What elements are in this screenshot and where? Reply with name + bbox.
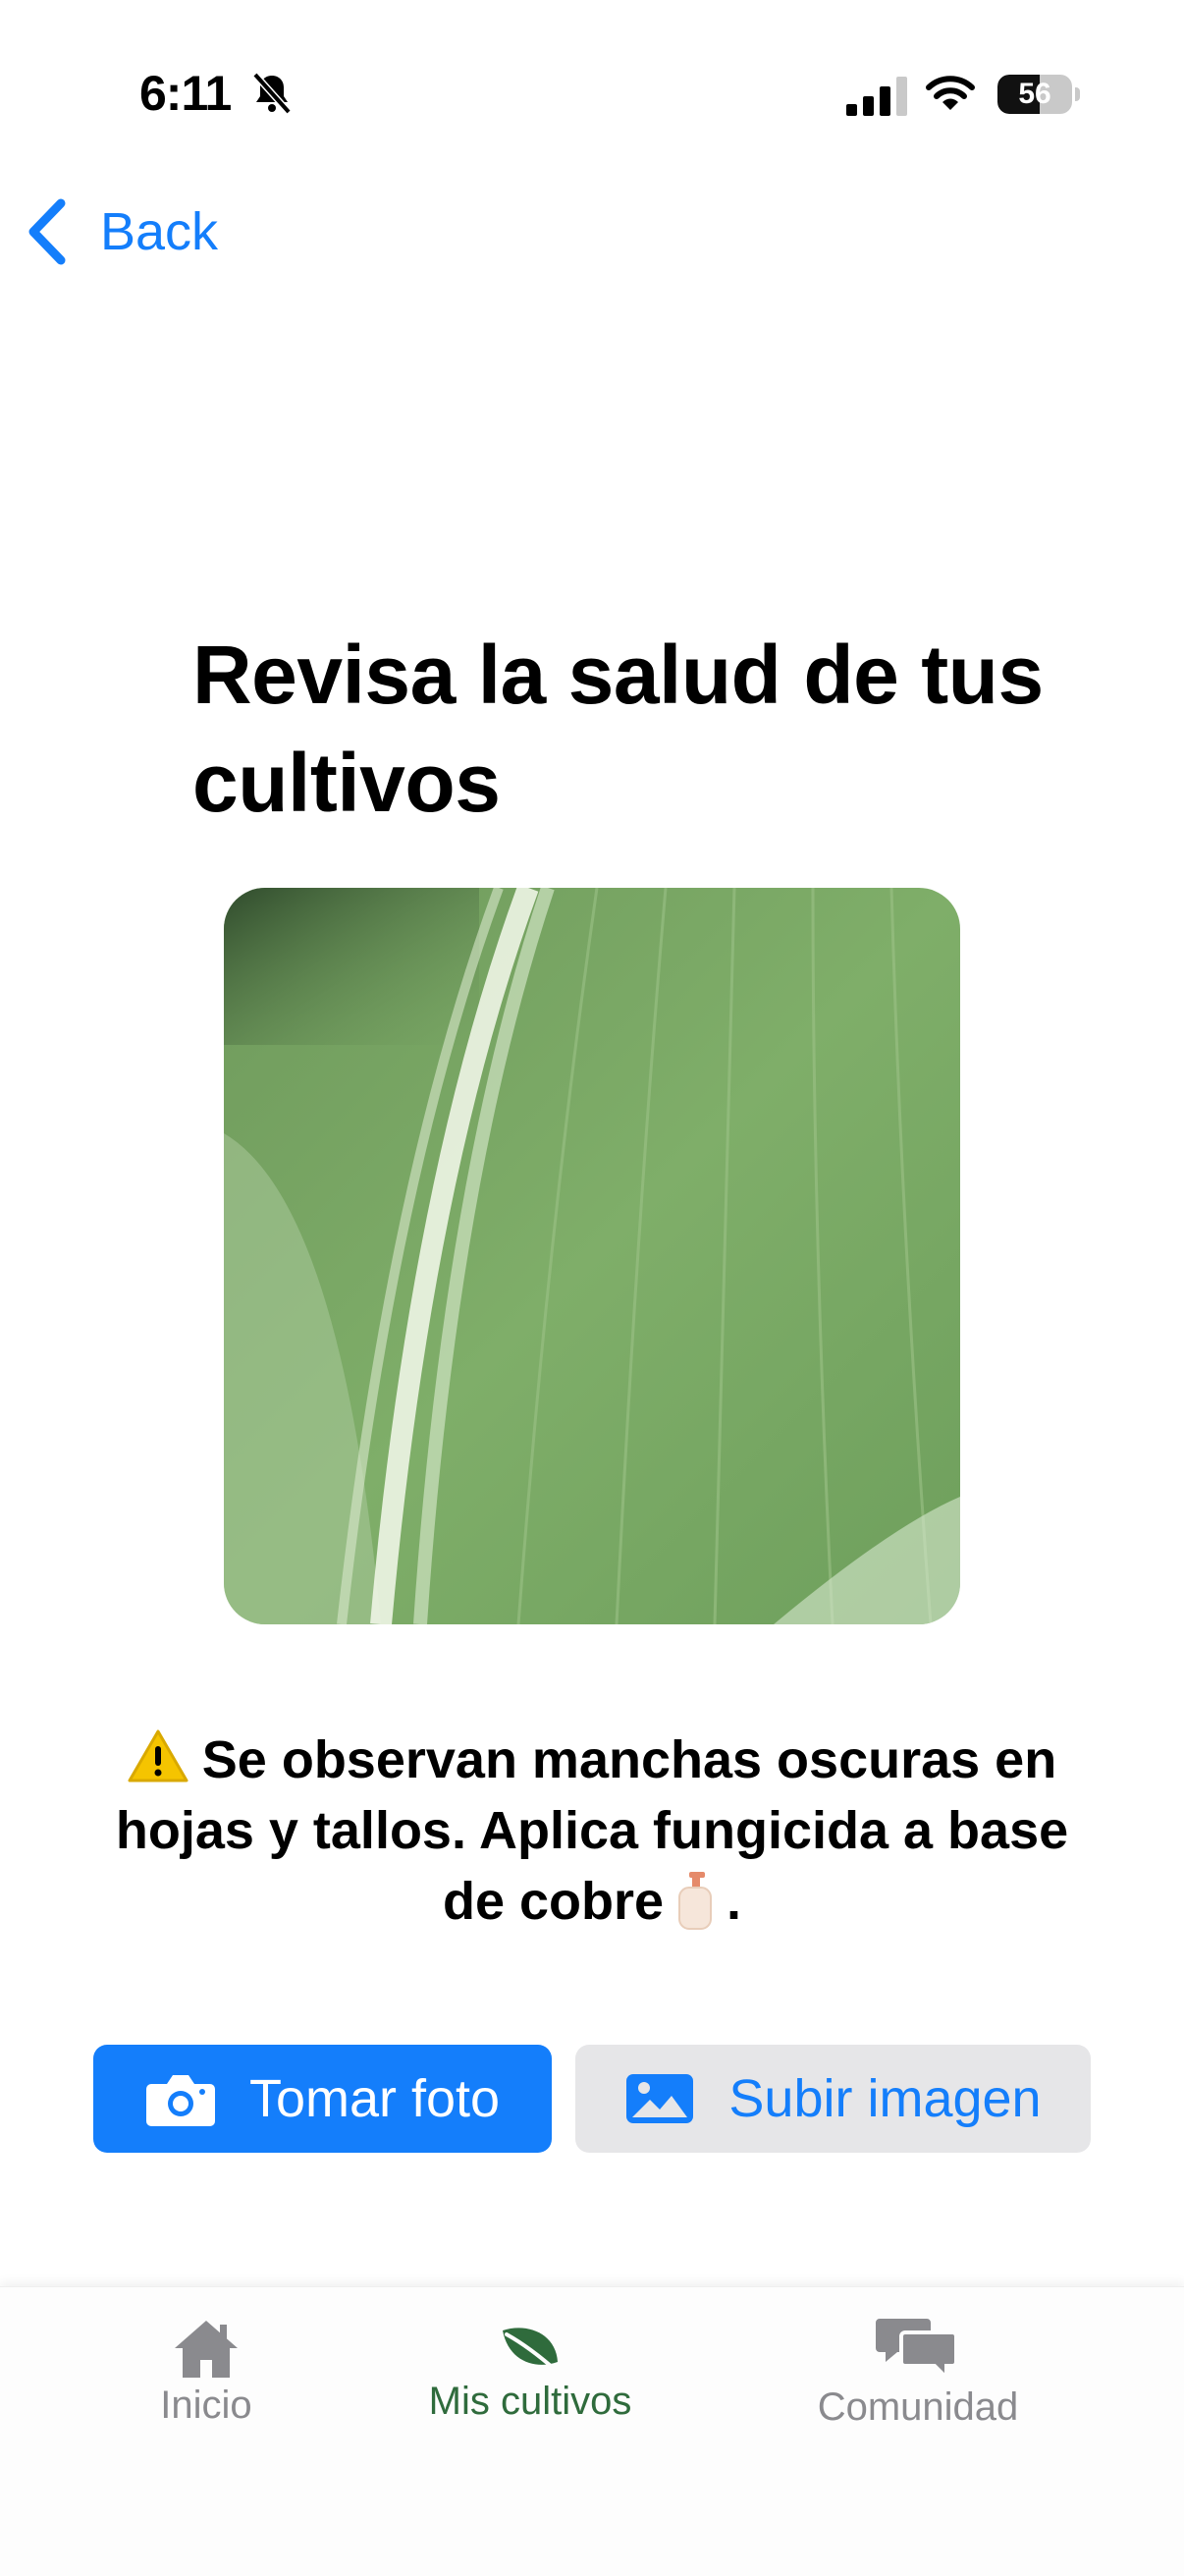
diagnosis-text: Se observan manchas oscuras en hojas y t…: [115, 1730, 1069, 1931]
tab-comunidad[interactable]: Comunidad: [785, 2313, 1050, 2430]
tab-mis-cultivos[interactable]: Mis cultivos: [393, 2323, 668, 2424]
upload-image-label: Subir imagen: [728, 2069, 1042, 2128]
leaf-icon: [503, 2328, 562, 2376]
page-title: Revisa la salud de tus cultivos: [192, 629, 1044, 829]
chat-bubbles-icon: [876, 2319, 958, 2382]
back-button[interactable]: Back: [24, 192, 218, 271]
tab-label-comunidad: Comunidad: [817, 2385, 1019, 2429]
photo-icon: [626, 2074, 694, 2123]
take-photo-label: Tomar foto: [248, 2069, 501, 2128]
tab-inicio[interactable]: Inicio: [128, 2317, 285, 2428]
tab-bar: Inicio Mis cultivos Comunidad: [0, 2286, 1184, 2576]
back-label: Back: [100, 202, 219, 261]
diagnosis-message: Se observan manchas oscuras en hojas y t…: [88, 1725, 1096, 1937]
lotion-bottle-icon: [678, 1872, 713, 1930]
crop-photo: [224, 888, 960, 1624]
battery-indicator: 56: [997, 75, 1080, 116]
status-time: 6:11: [139, 66, 232, 121]
bell-slash-icon: [252, 72, 292, 115]
status-bar: 6:11 56: [0, 0, 1184, 187]
cellular-signal-icon: [846, 77, 907, 116]
take-photo-button[interactable]: Tomar foto: [93, 2045, 552, 2153]
wifi-icon: [926, 76, 975, 110]
upload-image-button[interactable]: Subir imagen: [575, 2045, 1091, 2153]
chevron-left-icon: [28, 198, 66, 265]
tab-label-inicio: Inicio: [160, 2384, 252, 2427]
diagnosis-end: .: [727, 1872, 742, 1931]
tab-label-mis-cultivos: Mis cultivos: [428, 2380, 632, 2423]
warning-icon: [128, 1729, 188, 1782]
battery-level: 56: [1018, 78, 1051, 110]
camera-icon: [145, 2075, 215, 2126]
home-icon: [175, 2321, 238, 2378]
